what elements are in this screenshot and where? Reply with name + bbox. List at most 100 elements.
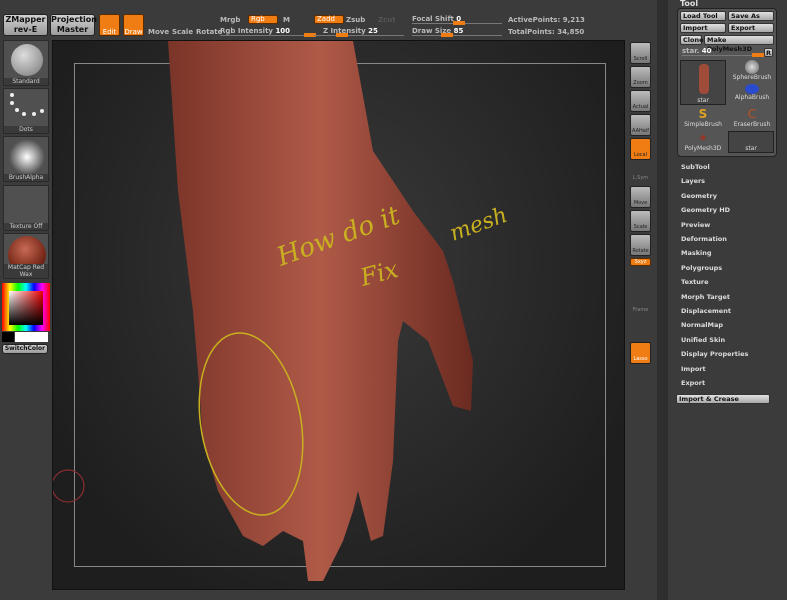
- load-tool-button[interactable]: Load Tool: [680, 11, 726, 21]
- aahalf-button[interactable]: AAHalf: [630, 114, 651, 136]
- menu-deformation[interactable]: Deformation: [681, 235, 727, 243]
- menu-layers[interactable]: Layers: [681, 177, 705, 185]
- menu-texture[interactable]: Texture: [681, 278, 709, 286]
- primary-color[interactable]: [15, 332, 48, 342]
- rgb-intensity-slider[interactable]: [220, 33, 316, 37]
- z-intensity-slider[interactable]: [314, 33, 404, 37]
- tool-slider-value: 40: [701, 47, 712, 55]
- zadd-button[interactable]: Zadd: [314, 15, 344, 24]
- canvas[interactable]: How do it Fix mesh: [52, 40, 625, 590]
- scale-view-button[interactable]: Scale: [630, 210, 651, 232]
- focal-shift-slider[interactable]: [412, 21, 502, 25]
- sxyz-button[interactable]: Sxyz: [630, 258, 651, 266]
- projection-label: Projection: [51, 15, 97, 24]
- color-picker[interactable]: [2, 283, 50, 331]
- z-intensity-label: Z Intensity 25: [323, 27, 378, 35]
- zoom-button[interactable]: Zoom: [630, 66, 651, 88]
- panel-divider[interactable]: [657, 0, 668, 600]
- local-button[interactable]: Local: [630, 138, 651, 160]
- alpha-tile[interactable]: BrushAlpha: [3, 136, 49, 182]
- mrgb-button[interactable]: Mrgb: [220, 16, 240, 24]
- menu-masking[interactable]: Masking: [681, 249, 712, 257]
- brush-tile[interactable]: Standard: [3, 40, 49, 86]
- star-label: star: [745, 145, 757, 152]
- draw-label: Draw: [124, 28, 143, 36]
- menu-display-properties[interactable]: Display Properties: [681, 350, 748, 358]
- tool-slider-label: star. 40: [682, 47, 712, 55]
- tool-slider-text: star.: [682, 47, 700, 55]
- eraser-brush-label: EraserBrush: [733, 121, 771, 128]
- total-points: TotalPoints: 34,850: [508, 28, 585, 36]
- draw-size-value: 85: [453, 27, 464, 35]
- draw-button[interactable]: Draw: [123, 14, 144, 36]
- projection-sub: Master: [56, 25, 89, 34]
- import-crease-button[interactable]: Import & Crease: [676, 394, 770, 404]
- focal-shift-text: Focal Shift: [412, 15, 454, 23]
- z-intensity-value: 25: [368, 27, 378, 35]
- menu-displacement[interactable]: Displacement: [681, 307, 731, 315]
- rgb-button[interactable]: Rgb: [248, 15, 278, 24]
- tool-alpha-brush[interactable]: AlphaBrush: [730, 84, 774, 101]
- zmapper-label: ZMapper: [5, 15, 46, 24]
- tool-slider[interactable]: [682, 53, 764, 57]
- import-tool-button[interactable]: Import: [680, 23, 726, 33]
- scroll-button[interactable]: Scroll: [630, 42, 651, 64]
- sphere-brush-label: SphereBrush: [732, 74, 772, 81]
- lsym-button[interactable]: L.Sym: [630, 162, 651, 184]
- make-polymesh-button[interactable]: Make PolyMesh3D: [704, 35, 774, 53]
- current-tool-thumb[interactable]: star: [680, 60, 726, 105]
- menu-geometry[interactable]: Geometry: [681, 192, 717, 200]
- actual-button[interactable]: Actual: [630, 90, 651, 112]
- switch-color-button[interactable]: SwitchColor: [2, 344, 48, 354]
- zcut-button[interactable]: Zcut: [378, 16, 396, 24]
- save-as-button[interactable]: Save As: [728, 11, 774, 21]
- move-view-button[interactable]: Move: [630, 186, 651, 208]
- menu-subtool[interactable]: SubTool: [681, 163, 710, 171]
- rotate-button[interactable]: Rotate: [196, 28, 222, 36]
- texture-name: Texture Off: [4, 223, 48, 230]
- zmapper-button[interactable]: ZMapper rev-E: [3, 14, 48, 36]
- texture-tile[interactable]: Texture Off: [3, 185, 49, 231]
- rgb-intensity-label: Rgb Intensity 100: [220, 27, 290, 35]
- draw-size-slider[interactable]: [412, 33, 502, 37]
- export-tool-button[interactable]: Export: [728, 23, 774, 33]
- dots-icon: [10, 93, 44, 116]
- tool-simple-brush[interactable]: S SimpleBrush: [680, 107, 726, 128]
- secondary-color[interactable]: [2, 332, 14, 342]
- menu-import[interactable]: Import: [681, 365, 706, 373]
- zsub-button[interactable]: Zsub: [346, 16, 365, 24]
- menu-export[interactable]: Export: [681, 379, 705, 387]
- menu-unified-skin[interactable]: Unified Skin: [681, 336, 725, 344]
- active-points: ActivePoints: 9,213: [508, 16, 585, 24]
- r-button[interactable]: R: [764, 48, 773, 57]
- tool-sphere-brush[interactable]: SphereBrush: [730, 60, 774, 81]
- tool-eraser-brush[interactable]: C EraserBrush: [730, 107, 774, 128]
- frame-button[interactable]: Frame: [630, 294, 651, 316]
- annotation-circle: [198, 332, 304, 516]
- stroke-name: Dots: [4, 126, 48, 133]
- tool-title[interactable]: Tool: [680, 0, 698, 8]
- m-button[interactable]: M: [283, 16, 290, 24]
- rotate-view-button[interactable]: Rotate: [630, 234, 651, 256]
- edit-button[interactable]: Edit: [99, 14, 120, 36]
- stroke-tile[interactable]: Dots: [3, 88, 49, 134]
- scale-button[interactable]: Scale: [172, 28, 193, 36]
- menu-polygroups[interactable]: Polygroups: [681, 264, 722, 272]
- polymesh3d-label: PolyMesh3D: [684, 145, 722, 152]
- lasso-button[interactable]: Lasso: [630, 342, 651, 364]
- edit-label: Edit: [102, 28, 117, 36]
- tool-polymesh3d[interactable]: ✶ PolyMesh3D: [680, 131, 726, 152]
- alpha-brush-label: AlphaBrush: [734, 94, 770, 101]
- clone-button[interactable]: Clone: [680, 35, 704, 45]
- tool-star[interactable]: star: [728, 131, 774, 153]
- menu-morph-target[interactable]: Morph Target: [681, 293, 730, 301]
- annotation-layer: How do it Fix mesh: [53, 200, 511, 516]
- alpha-name: BrushAlpha: [4, 174, 48, 181]
- projection-master-button[interactable]: Projection Master: [50, 14, 97, 36]
- zmapper-sub: rev-E: [13, 25, 38, 34]
- material-tile[interactable]: MatCap Red Wax: [3, 233, 49, 279]
- menu-preview[interactable]: Preview: [681, 221, 710, 229]
- menu-geometry-hd[interactable]: Geometry HD: [681, 206, 730, 214]
- move-button[interactable]: Move: [148, 28, 169, 36]
- menu-normalmap[interactable]: NormalMap: [681, 321, 723, 329]
